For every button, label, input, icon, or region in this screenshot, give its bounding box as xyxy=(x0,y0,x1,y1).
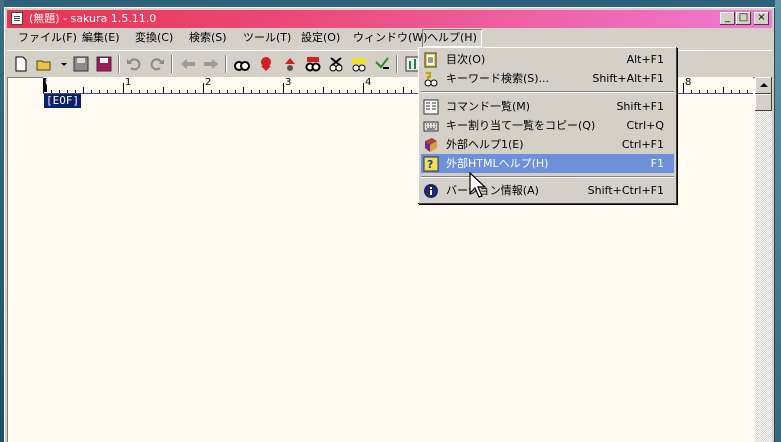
scroll-up-button[interactable] xyxy=(755,77,772,94)
find-next-icon[interactable] xyxy=(258,56,274,72)
html-help-icon: ? xyxy=(423,156,439,172)
find-prev-icon[interactable] xyxy=(282,56,298,72)
minimize-button[interactable]: _ xyxy=(720,12,735,25)
jump-icon[interactable] xyxy=(374,56,390,72)
toolbar-separator xyxy=(118,55,120,73)
command-list-icon xyxy=(423,99,439,115)
app-icon[interactable] xyxy=(11,12,23,25)
menu-separator xyxy=(421,176,674,178)
close-button[interactable]: × xyxy=(754,12,769,25)
menu-item-shortcut: Shift+F1 xyxy=(616,100,664,113)
desktop-background-right xyxy=(775,0,781,442)
open-file-icon[interactable] xyxy=(36,56,52,72)
ruler-number: 1 xyxy=(125,77,132,88)
title-bar[interactable]: (無題) - sakura 1.5.11.0 _ □ × xyxy=(7,10,772,28)
menu-help[interactable]: ヘルプ(H) xyxy=(422,29,482,47)
menu-item-shortcut: Ctrl+F1 xyxy=(621,138,664,151)
menu-edit[interactable]: 編集(E) xyxy=(77,29,125,47)
mouse-cursor-icon xyxy=(469,171,489,200)
redo-icon[interactable] xyxy=(149,56,165,72)
save-icon[interactable] xyxy=(73,56,89,72)
ruler-number: 4 xyxy=(365,77,372,88)
new-file-icon[interactable] xyxy=(13,56,29,72)
menu-item-keyword-search[interactable]: キーワード検索(S)... Shift+Alt+F1 xyxy=(421,69,674,88)
menu-tools[interactable]: ツール(T) xyxy=(238,29,296,47)
vertical-scrollbar[interactable] xyxy=(755,77,772,442)
menu-item-label: 外部HTMLヘルプ(H) xyxy=(446,157,549,170)
menu-window[interactable]: ウィンドウ(W) xyxy=(348,29,432,47)
ruler-number: 3 xyxy=(285,77,292,88)
info-icon xyxy=(423,183,439,199)
maximize-button[interactable]: □ xyxy=(736,12,751,25)
external-help-icon xyxy=(423,137,439,153)
keyboard-icon xyxy=(423,118,439,134)
menu-item-label: キーワード検索(S)... xyxy=(446,72,550,85)
menu-item-shortcut: Ctrl+Q xyxy=(626,119,664,132)
menu-item-shortcut: Shift+Ctrl+F1 xyxy=(587,184,664,197)
menu-item-label: バージョン情報(A) xyxy=(446,184,539,197)
ruler-number: 2 xyxy=(205,77,212,88)
menu-item-shortcut: Shift+Alt+F1 xyxy=(592,72,664,85)
menu-item-label: キー割り当て一覧をコピー(Q) xyxy=(446,119,596,132)
menu-item-contents[interactable]: 目次(O) Alt+F1 xyxy=(421,50,674,69)
bookmark-icon[interactable] xyxy=(351,56,367,72)
window-title: (無題) - sakura 1.5.11.0 xyxy=(29,12,157,25)
ruler-number: 8 xyxy=(685,77,692,88)
menu-search[interactable]: 検索(S) xyxy=(184,29,232,47)
grep-icon[interactable] xyxy=(328,56,344,72)
eof-marker: [EOF] xyxy=(44,94,82,108)
save-all-icon[interactable] xyxy=(96,56,112,72)
menu-item-copy-keymap[interactable]: キー割り当て一覧をコピー(Q) Ctrl+Q xyxy=(421,116,674,135)
dropdown-arrow-icon[interactable] xyxy=(56,56,67,72)
menu-item-label: 外部ヘルプ1(E) xyxy=(446,138,524,151)
undo-icon[interactable] xyxy=(126,56,142,72)
back-icon[interactable] xyxy=(180,56,196,72)
menu-item-version-info[interactable]: バージョン情報(A) Shift+Ctrl+F1 xyxy=(421,181,674,200)
book-icon xyxy=(423,52,439,68)
scrollbar-thumb[interactable] xyxy=(755,94,772,111)
menu-bar: ファイル(F) 編集(E) 変換(C) 検索(S) ツール(T) 設定(O) ウ… xyxy=(7,29,772,47)
menu-convert[interactable]: 変換(C) xyxy=(130,29,178,47)
menu-separator xyxy=(421,91,674,93)
replace-icon[interactable] xyxy=(305,56,321,72)
menu-item-label: コマンド一覧(M) xyxy=(446,100,531,113)
help-dropdown-menu: 目次(O) Alt+F1 キーワード検索(S)... Shift+Alt+F1 … xyxy=(418,47,677,204)
menu-item-command-list[interactable]: コマンド一覧(M) Shift+F1 xyxy=(421,97,674,116)
toolbar-separator xyxy=(396,55,398,73)
find-icon[interactable] xyxy=(234,56,250,72)
menu-item-shortcut: F1 xyxy=(650,157,664,170)
toolbar-separator xyxy=(171,55,173,73)
menu-item-external-help[interactable]: 外部ヘルプ1(E) Ctrl+F1 xyxy=(421,135,674,154)
menu-item-external-html-help[interactable]: ? 外部HTMLヘルプ(H) F1 xyxy=(421,154,674,173)
forward-icon[interactable] xyxy=(203,56,219,72)
ruler-number: 0 xyxy=(45,77,52,88)
toolbar-separator xyxy=(225,55,227,73)
line-number-gutter xyxy=(10,94,40,442)
keyword-search-icon xyxy=(423,71,439,87)
menu-item-label: 目次(O) xyxy=(446,53,486,66)
menu-file[interactable]: ファイル(F) xyxy=(13,29,82,47)
menu-settings[interactable]: 設定(O) xyxy=(296,29,345,47)
svg-text:?: ? xyxy=(427,158,433,171)
menu-item-shortcut: Alt+F1 xyxy=(626,53,664,66)
